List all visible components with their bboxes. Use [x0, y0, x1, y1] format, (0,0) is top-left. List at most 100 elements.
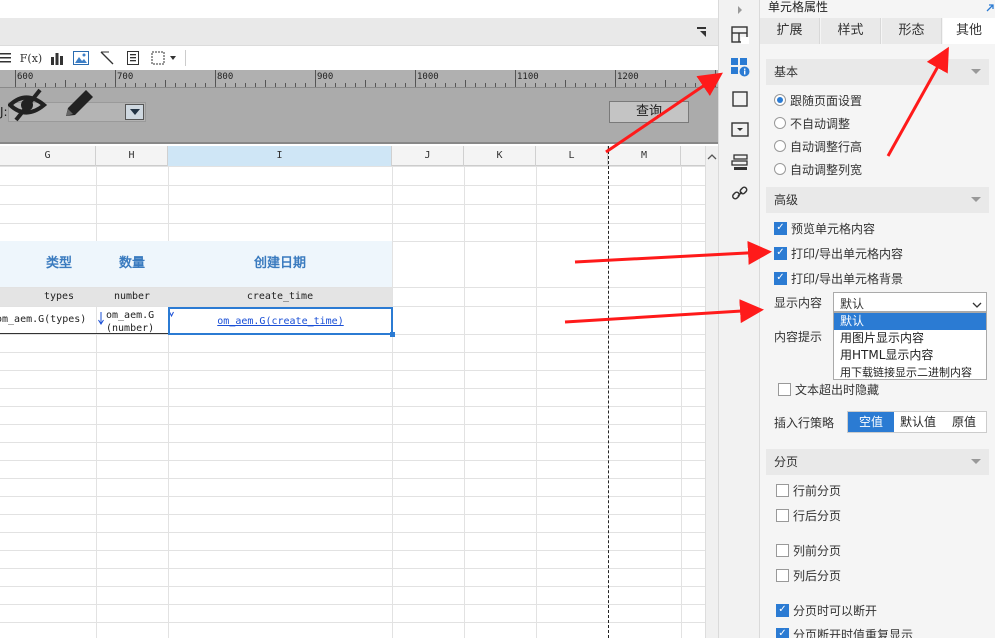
field-cell-number[interactable]: number [96, 288, 168, 306]
hidden-eye-icon[interactable] [7, 88, 48, 122]
column-header-j[interactable]: J [392, 146, 464, 166]
chevron-down-icon[interactable] [972, 298, 982, 308]
ruler-tick [575, 83, 576, 87]
query-button[interactable]: 查询 [609, 101, 689, 123]
section-paging[interactable]: 分页 [766, 449, 989, 475]
dropdown-icon[interactable] [125, 104, 144, 120]
checkbox-icon[interactable]: ✓ [774, 246, 787, 260]
column-header-g[interactable]: G [0, 146, 96, 166]
radio-auto-row-height[interactable]: 自动调整行高 [774, 137, 862, 155]
tab-form[interactable]: 形态 [882, 18, 942, 44]
condition-attribute-icon[interactable] [730, 152, 750, 172]
ruler-tick [165, 80, 166, 87]
header-cell-create-time[interactable]: 创建日期 [168, 241, 392, 287]
dropdown-option-download[interactable]: 用下载链接显示二进制内容 [834, 364, 986, 381]
checkbox-icon[interactable] [778, 382, 791, 396]
edit-pencil-icon[interactable] [62, 88, 96, 120]
slash-icon[interactable] [98, 49, 116, 67]
field-cell-types[interactable]: types [0, 288, 96, 306]
checkbox-label: 行前分页 [793, 483, 842, 498]
ruler-label: 700 [117, 72, 134, 82]
check-row-break-before[interactable]: 行前分页 [776, 481, 841, 499]
checkbox-icon[interactable] [776, 543, 789, 557]
section-advanced[interactable]: 高级 [766, 187, 989, 213]
radio-icon[interactable] [774, 117, 786, 129]
dropdown-option-default[interactable]: 默认 [834, 313, 986, 330]
expand-arrow-icon[interactable] [730, 0, 750, 20]
checkbox-icon[interactable]: ✓ [776, 603, 789, 617]
panel-resize-icon[interactable] [986, 1, 994, 12]
ruler-tick [355, 83, 356, 87]
check-print-content[interactable]: ✓ 打印/导出单元格内容 [774, 244, 903, 262]
check-can-break[interactable]: ✓ 分页时可以断开 [776, 601, 877, 619]
check-repeat-on-break[interactable]: ✓ 分页断开时值重复显示 [776, 625, 913, 638]
tab-style[interactable]: 样式 [821, 18, 881, 44]
border-dropdown-icon[interactable] [150, 49, 180, 67]
dropdown-option-image[interactable]: 用图片显示内容 [834, 330, 986, 347]
property-icon-bar [718, 0, 760, 638]
formula-button[interactable]: F(x) [20, 49, 42, 67]
collapse-icon[interactable] [696, 26, 708, 38]
field-cell-create-time[interactable]: create_time [168, 288, 392, 306]
grid-col-line [464, 166, 465, 638]
data-cell-types[interactable]: om_aem.G(types) [0, 314, 88, 325]
vertical-scrollbar[interactable] [705, 146, 718, 638]
insert-option-null[interactable]: 空值 [848, 412, 894, 432]
radio-no-adjust[interactable]: 不自动调整 [774, 114, 850, 132]
sub-report-icon[interactable] [124, 49, 142, 67]
display-content-select[interactable]: 默认 [833, 292, 987, 312]
cell-element-icon[interactable] [730, 25, 750, 45]
ruler-tick [25, 83, 26, 87]
radio-follow-page[interactable]: 跟随页面设置 [774, 91, 862, 109]
chevron-down-icon [971, 197, 981, 202]
checkbox-icon[interactable] [776, 568, 789, 582]
insert-option-default[interactable]: 默认值 [894, 412, 942, 432]
check-print-background[interactable]: ✓ 打印/导出单元格背景 [774, 269, 903, 287]
align-icon[interactable] [0, 49, 12, 67]
ruler-label: 900 [317, 72, 334, 82]
radio-auto-col-width[interactable]: 自动调整列宽 [774, 160, 862, 178]
section-basic[interactable]: 基本 [766, 59, 989, 85]
widget-icon[interactable] [730, 89, 750, 109]
sheet-grid[interactable]: 类型 数量 创建日期 types number create_time om_a… [0, 146, 705, 638]
checkbox-icon[interactable]: ✓ [776, 627, 789, 638]
check-row-break-after[interactable]: 行后分页 [776, 506, 841, 524]
header-cell-types[interactable]: 类型 [0, 241, 96, 287]
dropdown-widget-icon[interactable] [730, 120, 750, 140]
column-header-k[interactable]: K [464, 146, 536, 166]
grid-row-line [0, 460, 705, 461]
column-header-i[interactable]: I [168, 146, 392, 166]
checkbox-icon[interactable] [776, 483, 789, 497]
data-cell-create-time[interactable]: om_aem.G(create_time) [168, 307, 393, 335]
radio-icon[interactable] [774, 94, 786, 106]
display-content-label: 显示内容 [774, 296, 823, 310]
ruler-tick [595, 83, 596, 87]
checkbox-icon[interactable] [776, 508, 789, 522]
ruler-tick [615, 70, 616, 87]
insert-option-original[interactable]: 原值 [942, 412, 986, 432]
column-header-m[interactable]: M [608, 146, 681, 166]
chart-icon[interactable] [48, 49, 66, 67]
check-hide-overflow[interactable]: 文本超出时隐藏 [778, 380, 879, 398]
checkbox-icon[interactable]: ✓ [774, 271, 787, 285]
check-preview-content[interactable]: ✓ 预览单元格内容 [774, 219, 875, 237]
header-cell-number[interactable]: 数量 [96, 241, 168, 287]
column-header-h[interactable]: H [96, 146, 168, 166]
check-col-break-before[interactable]: 列前分页 [776, 541, 841, 559]
column-header-l[interactable]: L [536, 146, 608, 166]
check-col-break-after[interactable]: 列后分页 [776, 566, 841, 584]
cell-attribute-icon[interactable] [730, 57, 750, 77]
cell-resize-handle[interactable] [390, 332, 395, 337]
tab-other[interactable]: 其他 [943, 18, 995, 44]
radio-icon[interactable] [774, 140, 786, 152]
data-cell-number[interactable]: om_aem.G(number) [106, 309, 166, 335]
grid-row-line [0, 166, 705, 167]
dropdown-option-html[interactable]: 用HTML显示内容 [834, 347, 986, 364]
checkbox-icon[interactable]: ✓ [774, 221, 787, 235]
image-icon[interactable] [72, 49, 90, 67]
radio-icon[interactable] [774, 163, 786, 175]
tab-expand[interactable]: 扩展 [760, 18, 820, 44]
hyperlink-icon[interactable] [730, 184, 750, 204]
scroll-up-icon[interactable] [707, 150, 717, 160]
grid-row-line [0, 442, 705, 443]
